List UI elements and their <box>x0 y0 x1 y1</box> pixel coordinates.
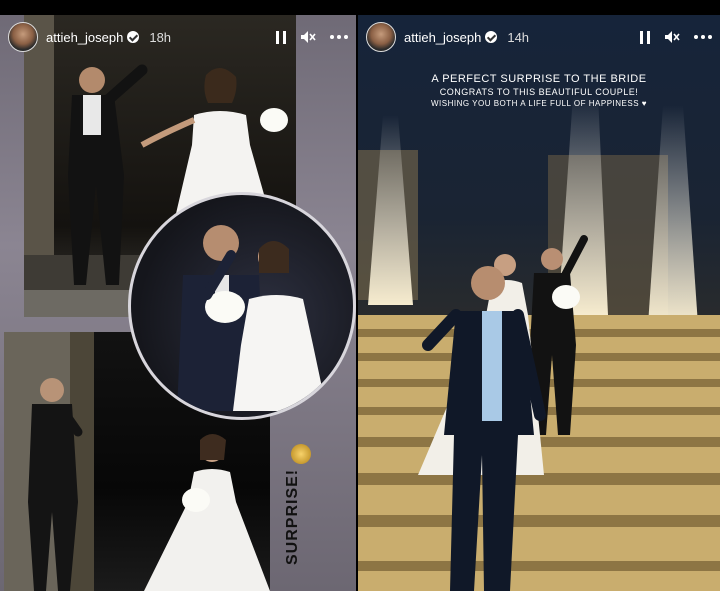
pause-icon[interactable] <box>276 30 286 44</box>
more-icon[interactable] <box>330 35 348 39</box>
caption-line-1: A PERFECT SURPRISE TO THE BRIDE <box>431 73 647 85</box>
avatar[interactable] <box>366 22 396 52</box>
caption-line-3: WISHING YOU BOTH A LIFE FULL OF HAPPINES… <box>430 99 648 108</box>
verified-badge-icon <box>485 31 498 43</box>
surprise-text: SURPRISE! <box>284 468 301 565</box>
more-icon[interactable] <box>694 35 712 39</box>
gold-badge-icon <box>291 444 311 464</box>
story-controls <box>640 30 712 44</box>
pause-icon[interactable] <box>640 30 650 44</box>
caption-line-2: CONGRATS TO THIS BEAUTIFUL COUPLE! <box>439 87 639 97</box>
mute-icon[interactable] <box>664 30 680 44</box>
mute-icon[interactable] <box>300 30 316 44</box>
avatar[interactable] <box>8 22 38 52</box>
story-right[interactable]: attieh_joseph 14h A PERFECT SURPRISE TO … <box>358 15 720 591</box>
story-caption: A PERFECT SURPRISE TO THE BRIDE CONGRATS… <box>358 73 720 108</box>
username[interactable]: attieh_joseph <box>46 30 123 45</box>
couple-circle-illustration <box>177 225 327 411</box>
story-controls <box>276 30 348 44</box>
verified-badge-icon <box>127 31 140 43</box>
username[interactable]: attieh_joseph <box>404 30 481 45</box>
story-time: 18h <box>149 29 172 45</box>
story-header: attieh_joseph 18h <box>0 15 356 59</box>
couple-circle-photo <box>128 192 356 420</box>
surprise-sticker: SURPRISE! <box>270 425 330 585</box>
story-header: attieh_joseph 14h <box>358 15 720 59</box>
story-time: 14h <box>507 29 530 45</box>
story-left[interactable]: attieh_joseph 18h SURPRISE! <box>0 15 356 591</box>
